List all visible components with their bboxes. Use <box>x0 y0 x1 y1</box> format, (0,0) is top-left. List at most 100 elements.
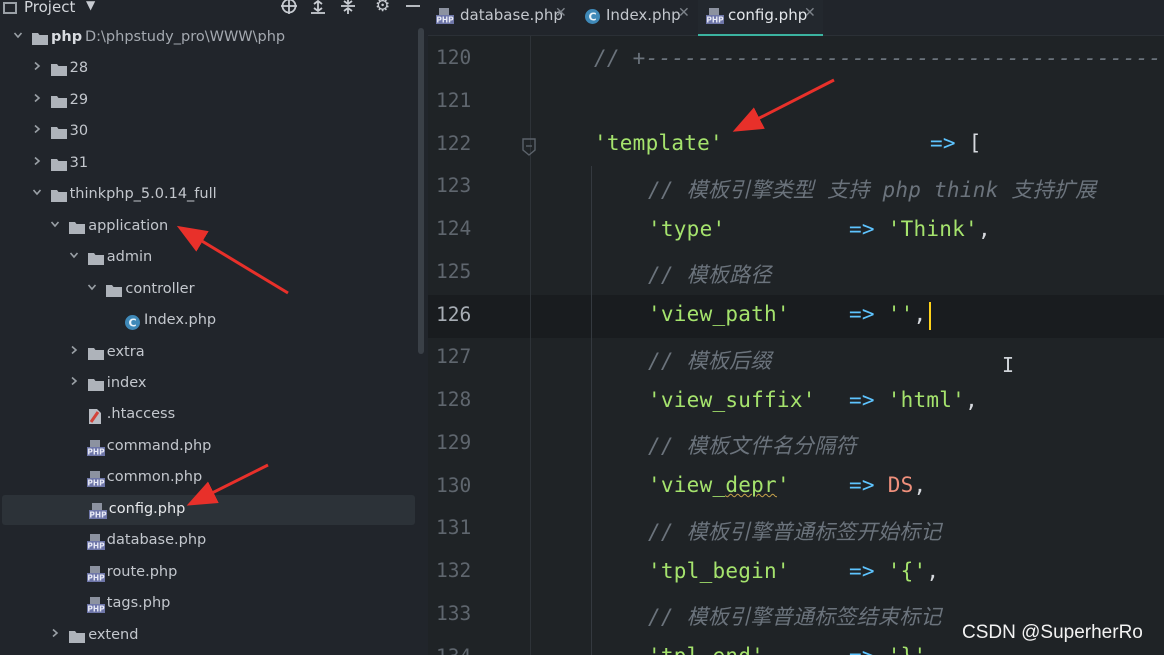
tree-item-extra[interactable]: extra <box>0 338 415 368</box>
tree-item-command-php[interactable]: PHP command.php <box>0 432 415 462</box>
tree-item-29[interactable]: 29 <box>0 86 415 116</box>
comment: // 模板文件名分隔符 <box>648 434 857 458</box>
array-value: '}' <box>888 644 927 655</box>
array-key: 'view_suffix' <box>648 388 816 412</box>
line-number: 124 <box>436 217 472 240</box>
gear-icon[interactable]: ⚙ <box>375 0 390 15</box>
collapse-all-icon[interactable] <box>339 0 357 19</box>
operator: => <box>849 217 875 241</box>
array-value: 'Think' <box>887 217 978 241</box>
tab-database-php[interactable]: PHP database.php ✕ <box>428 0 574 36</box>
tree-item-php[interactable]: php D:\phpstudy_pro\WWW\php <box>0 23 415 53</box>
svg-text:C: C <box>128 317 136 330</box>
tree-item-31[interactable]: 31 <box>0 149 415 179</box>
close-icon[interactable]: ✕ <box>555 5 567 21</box>
code-line-120: // +------------------------------------… <box>594 46 1164 70</box>
comment: // 模板后缀 <box>648 349 772 373</box>
tree-item-thinkphp-5-0-14-full[interactable]: thinkphp_5.0.14_full <box>0 180 415 210</box>
code-line-131: // 模板引擎普通标签开始标记 <box>648 516 942 546</box>
tree-item-common-php[interactable]: PHP common.php <box>0 463 415 493</box>
tree-item-label: 31 <box>69 154 89 171</box>
tree-item-path: D:\phpstudy_pro\WWW\php <box>85 29 286 45</box>
chevron-right-icon[interactable] <box>32 93 42 103</box>
php-file-icon: PHP <box>88 502 107 519</box>
tree-item-label: 29 <box>69 91 89 108</box>
tree-item-30[interactable]: 30 <box>0 117 415 147</box>
tree-item-label: 28 <box>69 60 89 77</box>
tree-item-controller[interactable]: controller <box>0 275 415 305</box>
tab-config-php[interactable]: PHP config.php ✕ <box>698 0 823 36</box>
code-line-122: 'template' <box>594 131 723 155</box>
tree-item-admin[interactable]: admin <box>0 243 415 273</box>
chevron-right-icon[interactable] <box>32 124 42 134</box>
locate-icon[interactable] <box>280 0 298 19</box>
comment: // 模板引擎普通标签开始标记 <box>648 520 942 544</box>
folder-icon <box>87 251 105 266</box>
array-key-part: ' <box>776 473 790 497</box>
tree-scrollbar[interactable] <box>418 28 424 354</box>
tree-item-extend[interactable]: extend <box>0 621 415 651</box>
folder-icon <box>68 220 86 235</box>
code-line-134: 'tpl_end' <box>648 644 764 655</box>
tree-item-label: application <box>88 217 169 234</box>
php-class-icon: C <box>584 8 601 25</box>
tree-item-database-php[interactable]: PHP database.php <box>0 526 415 556</box>
expand-all-icon[interactable] <box>309 0 327 19</box>
tab-index-php[interactable]: C Index.php ✕ <box>576 0 696 36</box>
code-line-134-op: => '}', <box>849 644 939 655</box>
php-file-icon: PHP <box>706 8 724 25</box>
tree-item-label: database.php <box>106 532 207 549</box>
tree-item-config-php[interactable]: PHP config.php <box>2 494 415 525</box>
minimize-icon[interactable] <box>405 0 421 19</box>
operator: => <box>849 388 875 412</box>
svg-text:PHP: PHP <box>436 16 454 25</box>
tree-item-index-php[interactable]: C Index.php <box>0 306 415 336</box>
comment: // 模板路径 <box>648 263 772 287</box>
tree-item-index[interactable]: index <box>0 369 415 399</box>
chevron-down-icon[interactable]: ▼ <box>86 0 95 12</box>
code-line-122-op: => [ <box>930 131 982 155</box>
tree-item-label: Index.php <box>144 312 217 329</box>
svg-text:PHP: PHP <box>87 542 105 551</box>
open-bracket: [ <box>968 131 982 155</box>
tree-item-tags-php[interactable]: PHP tags.php <box>0 589 415 619</box>
operator: => <box>849 644 875 655</box>
chevron-down-icon[interactable] <box>87 282 97 292</box>
line-number: 121 <box>436 88 472 112</box>
chevron-right-icon[interactable] <box>32 61 42 71</box>
tree-item-label: extend <box>88 626 139 643</box>
tree-item-label: thinkphp_5.0.14_full <box>69 186 217 203</box>
array-value: '{' <box>887 559 927 583</box>
chevron-down-icon[interactable] <box>50 219 60 229</box>
close-icon[interactable]: ✕ <box>678 5 690 21</box>
chevron-right-icon[interactable] <box>69 376 79 386</box>
array-key-part: 'view_ <box>648 473 726 497</box>
project-panel-title[interactable]: Project <box>24 0 75 16</box>
tree-item-htaccess[interactable]: .htaccess <box>0 400 415 430</box>
tree-item-route-php[interactable]: PHP route.php <box>0 558 415 588</box>
comma: , <box>977 217 991 241</box>
code-line-128-op: => 'html', <box>849 388 978 412</box>
chevron-right-icon[interactable] <box>69 345 79 355</box>
chevron-down-icon[interactable] <box>13 30 23 40</box>
htaccess-file-icon <box>87 408 105 425</box>
php-file-icon: PHP <box>86 439 105 456</box>
close-icon[interactable]: ✕ <box>804 5 816 21</box>
chevron-right-icon[interactable] <box>50 628 60 638</box>
code-line-125: // 模板路径 <box>648 259 772 289</box>
code-line-128: 'view_suffix' <box>648 388 816 412</box>
fold-marker-icon[interactable] <box>521 138 537 156</box>
chevron-right-icon[interactable] <box>32 156 42 166</box>
code-line-127: // 模板后缀 <box>648 345 772 375</box>
chevron-down-icon[interactable] <box>32 187 42 197</box>
comma: , <box>913 302 927 326</box>
line-number: 126 <box>436 302 472 326</box>
tree-item-application[interactable]: application <box>0 212 415 242</box>
chevron-down-icon[interactable] <box>69 250 79 260</box>
comma: , <box>926 559 940 583</box>
editor-tab-bar: PHP database.php ✕ C Index.php ✕ PHP con… <box>428 0 1164 36</box>
operator: => <box>849 559 875 583</box>
project-panel: Project ▼ ⚙ php D:\phpstudy_pro\WWW\php 28… <box>0 0 428 655</box>
project-view-icon[interactable] <box>3 2 17 14</box>
tree-item-28[interactable]: 28 <box>0 54 415 84</box>
